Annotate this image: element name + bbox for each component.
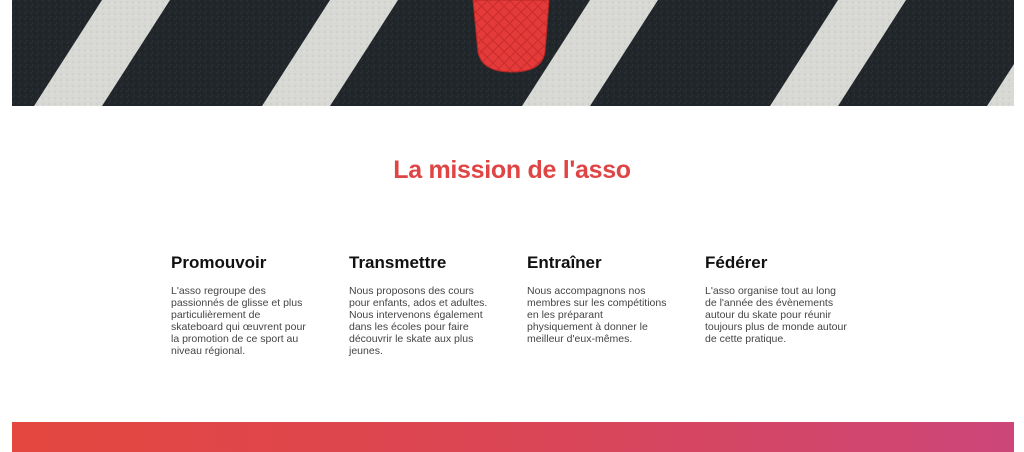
feature-description: L'asso regroupe des passionnés de glisse… [171,285,306,357]
feature-title: Transmettre [349,253,447,272]
feature-federer: Fédérer L'asso organise tout au long de … [705,253,857,345]
section-title: La mission de l'asso [393,156,631,184]
page: La mission de l'asso Promouvoir L'asso r… [0,0,1024,452]
feature-title: Fédérer [705,253,768,272]
feature-description: Nous proposons des cours pour enfants, a… [349,285,488,357]
feature-transmettre: Transmettre Nous proposons des cours pou… [349,253,501,357]
mission-features: Promouvoir L'asso regroupe des passionné… [171,253,891,373]
feature-title: Promouvoir [171,253,267,272]
feature-description: Nous accompagnons nos membres sur les co… [527,285,667,345]
gradient-footer-band [12,422,1014,452]
feature-description: L'asso organise tout au long de l'année … [705,285,847,345]
hero-image [12,0,1014,106]
crosswalk-skateboard-illustration [12,0,1014,106]
feature-promouvoir: Promouvoir L'asso regroupe des passionné… [171,253,323,357]
skateboard-deck [473,0,549,72]
feature-title: Entraîner [527,253,602,272]
feature-entrainer: Entraîner Nous accompagnons nos membres … [527,253,679,345]
